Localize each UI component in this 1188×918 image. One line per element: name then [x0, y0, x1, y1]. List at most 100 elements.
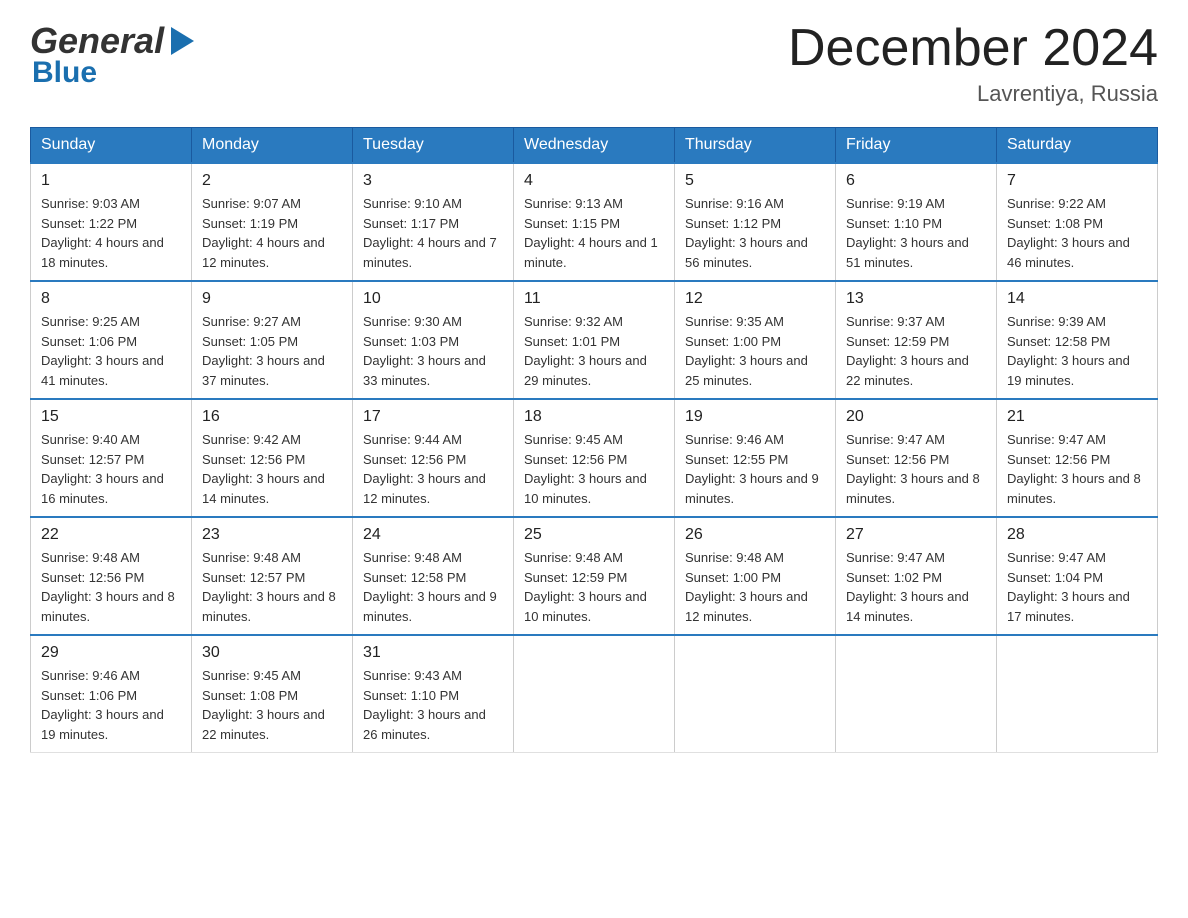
day-info: Sunrise: 9:35 AM Sunset: 1:00 PM Dayligh…	[685, 312, 825, 390]
day-number: 4	[524, 172, 664, 190]
calendar-week-row: 15 Sunrise: 9:40 AM Sunset: 12:57 PM Day…	[31, 399, 1158, 517]
calendar-cell: 28 Sunrise: 9:47 AM Sunset: 1:04 PM Dayl…	[997, 517, 1158, 635]
calendar-cell: 9 Sunrise: 9:27 AM Sunset: 1:05 PM Dayli…	[192, 281, 353, 399]
calendar-cell: 5 Sunrise: 9:16 AM Sunset: 1:12 PM Dayli…	[675, 163, 836, 281]
day-info: Sunrise: 9:43 AM Sunset: 1:10 PM Dayligh…	[363, 666, 503, 744]
calendar-cell: 14 Sunrise: 9:39 AM Sunset: 12:58 PM Day…	[997, 281, 1158, 399]
day-number: 18	[524, 408, 664, 426]
calendar-cell: 26 Sunrise: 9:48 AM Sunset: 1:00 PM Dayl…	[675, 517, 836, 635]
calendar-cell	[836, 635, 997, 753]
calendar-cell: 1 Sunrise: 9:03 AM Sunset: 1:22 PM Dayli…	[31, 163, 192, 281]
day-number: 8	[41, 290, 181, 308]
calendar-cell: 15 Sunrise: 9:40 AM Sunset: 12:57 PM Day…	[31, 399, 192, 517]
day-number: 6	[846, 172, 986, 190]
day-number: 30	[202, 644, 342, 662]
day-info: Sunrise: 9:46 AM Sunset: 12:55 PM Daylig…	[685, 430, 825, 508]
col-header-wednesday: Wednesday	[514, 128, 675, 164]
day-number: 2	[202, 172, 342, 190]
day-number: 21	[1007, 408, 1147, 426]
calendar-cell: 25 Sunrise: 9:48 AM Sunset: 12:59 PM Day…	[514, 517, 675, 635]
day-number: 13	[846, 290, 986, 308]
day-number: 29	[41, 644, 181, 662]
day-number: 19	[685, 408, 825, 426]
day-number: 11	[524, 290, 664, 308]
calendar-cell	[997, 635, 1158, 753]
logo: General Blue	[30, 20, 196, 90]
day-info: Sunrise: 9:30 AM Sunset: 1:03 PM Dayligh…	[363, 312, 503, 390]
calendar-cell: 24 Sunrise: 9:48 AM Sunset: 12:58 PM Day…	[353, 517, 514, 635]
day-info: Sunrise: 9:32 AM Sunset: 1:01 PM Dayligh…	[524, 312, 664, 390]
title-area: December 2024 Lavrentiya, Russia	[788, 20, 1158, 107]
day-info: Sunrise: 9:44 AM Sunset: 12:56 PM Daylig…	[363, 430, 503, 508]
calendar-week-row: 1 Sunrise: 9:03 AM Sunset: 1:22 PM Dayli…	[31, 163, 1158, 281]
day-info: Sunrise: 9:13 AM Sunset: 1:15 PM Dayligh…	[524, 194, 664, 272]
day-info: Sunrise: 9:40 AM Sunset: 12:57 PM Daylig…	[41, 430, 181, 508]
calendar-cell: 29 Sunrise: 9:46 AM Sunset: 1:06 PM Dayl…	[31, 635, 192, 753]
month-title: December 2024	[788, 20, 1158, 77]
day-number: 17	[363, 408, 503, 426]
day-number: 12	[685, 290, 825, 308]
calendar-cell: 18 Sunrise: 9:45 AM Sunset: 12:56 PM Day…	[514, 399, 675, 517]
calendar-cell: 22 Sunrise: 9:48 AM Sunset: 12:56 PM Day…	[31, 517, 192, 635]
col-header-thursday: Thursday	[675, 128, 836, 164]
col-header-saturday: Saturday	[997, 128, 1158, 164]
day-number: 9	[202, 290, 342, 308]
calendar-cell: 10 Sunrise: 9:30 AM Sunset: 1:03 PM Dayl…	[353, 281, 514, 399]
day-info: Sunrise: 9:45 AM Sunset: 12:56 PM Daylig…	[524, 430, 664, 508]
day-number: 31	[363, 644, 503, 662]
page-header: General Blue December 2024 Lavrentiya, R…	[30, 20, 1158, 107]
calendar-cell: 20 Sunrise: 9:47 AM Sunset: 12:56 PM Day…	[836, 399, 997, 517]
col-header-friday: Friday	[836, 128, 997, 164]
day-number: 25	[524, 526, 664, 544]
day-info: Sunrise: 9:03 AM Sunset: 1:22 PM Dayligh…	[41, 194, 181, 272]
calendar-cell	[514, 635, 675, 753]
calendar-week-row: 8 Sunrise: 9:25 AM Sunset: 1:06 PM Dayli…	[31, 281, 1158, 399]
calendar-cell: 6 Sunrise: 9:19 AM Sunset: 1:10 PM Dayli…	[836, 163, 997, 281]
day-number: 14	[1007, 290, 1147, 308]
day-number: 3	[363, 172, 503, 190]
day-number: 28	[1007, 526, 1147, 544]
day-info: Sunrise: 9:48 AM Sunset: 12:58 PM Daylig…	[363, 548, 503, 626]
calendar-week-row: 29 Sunrise: 9:46 AM Sunset: 1:06 PM Dayl…	[31, 635, 1158, 753]
day-number: 20	[846, 408, 986, 426]
day-info: Sunrise: 9:47 AM Sunset: 1:04 PM Dayligh…	[1007, 548, 1147, 626]
calendar-cell: 8 Sunrise: 9:25 AM Sunset: 1:06 PM Dayli…	[31, 281, 192, 399]
calendar-table: SundayMondayTuesdayWednesdayThursdayFrid…	[30, 127, 1158, 753]
day-info: Sunrise: 9:46 AM Sunset: 1:06 PM Dayligh…	[41, 666, 181, 744]
day-number: 22	[41, 526, 181, 544]
day-info: Sunrise: 9:48 AM Sunset: 12:59 PM Daylig…	[524, 548, 664, 626]
calendar-cell: 3 Sunrise: 9:10 AM Sunset: 1:17 PM Dayli…	[353, 163, 514, 281]
calendar-cell: 31 Sunrise: 9:43 AM Sunset: 1:10 PM Dayl…	[353, 635, 514, 753]
day-info: Sunrise: 9:48 AM Sunset: 12:57 PM Daylig…	[202, 548, 342, 626]
day-info: Sunrise: 9:48 AM Sunset: 12:56 PM Daylig…	[41, 548, 181, 626]
calendar-cell: 27 Sunrise: 9:47 AM Sunset: 1:02 PM Dayl…	[836, 517, 997, 635]
calendar-cell: 2 Sunrise: 9:07 AM Sunset: 1:19 PM Dayli…	[192, 163, 353, 281]
day-info: Sunrise: 9:47 AM Sunset: 12:56 PM Daylig…	[1007, 430, 1147, 508]
day-info: Sunrise: 9:27 AM Sunset: 1:05 PM Dayligh…	[202, 312, 342, 390]
day-number: 23	[202, 526, 342, 544]
day-number: 16	[202, 408, 342, 426]
logo-triangle-icon	[166, 25, 196, 57]
calendar-cell: 19 Sunrise: 9:46 AM Sunset: 12:55 PM Day…	[675, 399, 836, 517]
day-number: 24	[363, 526, 503, 544]
calendar-cell: 17 Sunrise: 9:44 AM Sunset: 12:56 PM Day…	[353, 399, 514, 517]
calendar-cell: 13 Sunrise: 9:37 AM Sunset: 12:59 PM Day…	[836, 281, 997, 399]
calendar-cell: 21 Sunrise: 9:47 AM Sunset: 12:56 PM Day…	[997, 399, 1158, 517]
day-info: Sunrise: 9:42 AM Sunset: 12:56 PM Daylig…	[202, 430, 342, 508]
day-info: Sunrise: 9:16 AM Sunset: 1:12 PM Dayligh…	[685, 194, 825, 272]
logo-blue: Blue	[32, 56, 97, 90]
day-info: Sunrise: 9:10 AM Sunset: 1:17 PM Dayligh…	[363, 194, 503, 272]
calendar-header-row: SundayMondayTuesdayWednesdayThursdayFrid…	[31, 128, 1158, 164]
col-header-monday: Monday	[192, 128, 353, 164]
day-number: 7	[1007, 172, 1147, 190]
col-header-sunday: Sunday	[31, 128, 192, 164]
day-info: Sunrise: 9:39 AM Sunset: 12:58 PM Daylig…	[1007, 312, 1147, 390]
day-info: Sunrise: 9:47 AM Sunset: 12:56 PM Daylig…	[846, 430, 986, 508]
day-number: 5	[685, 172, 825, 190]
day-info: Sunrise: 9:48 AM Sunset: 1:00 PM Dayligh…	[685, 548, 825, 626]
calendar-week-row: 22 Sunrise: 9:48 AM Sunset: 12:56 PM Day…	[31, 517, 1158, 635]
calendar-cell: 16 Sunrise: 9:42 AM Sunset: 12:56 PM Day…	[192, 399, 353, 517]
day-number: 10	[363, 290, 503, 308]
calendar-cell: 12 Sunrise: 9:35 AM Sunset: 1:00 PM Dayl…	[675, 281, 836, 399]
day-info: Sunrise: 9:25 AM Sunset: 1:06 PM Dayligh…	[41, 312, 181, 390]
